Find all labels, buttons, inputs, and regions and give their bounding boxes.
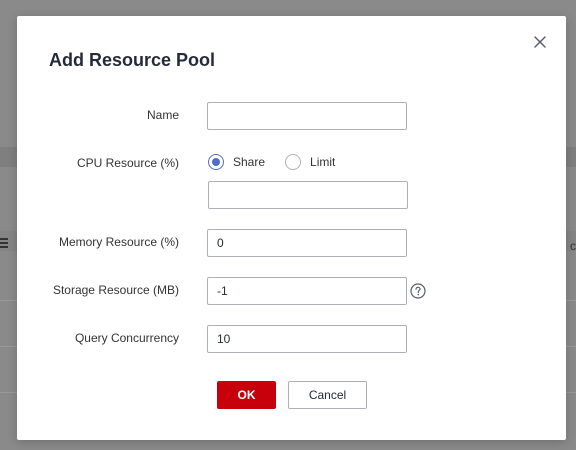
cpu-share-label[interactable]: Share (233, 155, 265, 169)
cpu-share-option[interactable]: Share (208, 154, 265, 170)
cpu-resource-input[interactable] (208, 181, 408, 209)
add-resource-pool-dialog: Add Resource Pool Name CPU Resource (%) … (17, 16, 566, 440)
name-input[interactable] (207, 102, 407, 130)
cpu-limit-label[interactable]: Limit (310, 155, 335, 169)
memory-resource-input[interactable] (207, 229, 407, 257)
query-concurrency-input[interactable] (207, 325, 407, 353)
close-button[interactable] (532, 34, 548, 50)
cpu-share-radio[interactable] (208, 154, 224, 170)
name-label: Name (146, 108, 179, 122)
memory-resource-label: Memory Resource (%) (58, 235, 179, 249)
cpu-resource-label: CPU Resource (%) (76, 156, 179, 170)
close-icon[interactable] (532, 34, 548, 50)
storage-resource-label: Storage Resource (MB) (52, 283, 179, 297)
cancel-button[interactable]: Cancel (288, 381, 367, 409)
background-column-text: c (570, 239, 576, 253)
storage-resource-input[interactable] (207, 277, 407, 305)
cpu-resource-radio-group: Share Limit (208, 153, 335, 171)
cpu-limit-option[interactable]: Limit (285, 154, 335, 170)
dialog-title: Add Resource Pool (49, 50, 216, 70)
question-circle-icon[interactable] (410, 283, 426, 299)
query-concurrency-label: Query Concurrency (74, 331, 179, 345)
menu-icon (0, 238, 8, 250)
cpu-limit-radio[interactable] (285, 154, 302, 170)
ok-button[interactable]: OK (217, 381, 276, 409)
